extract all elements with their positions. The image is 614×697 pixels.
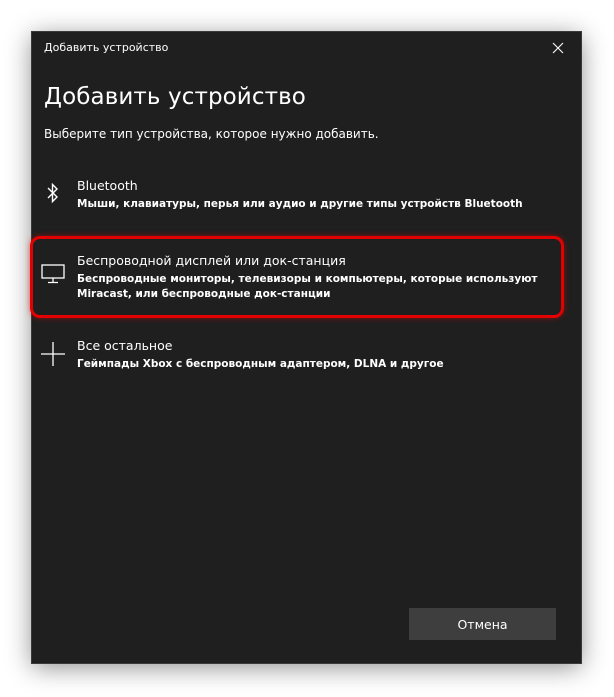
- option-wireless-display-name: Беспроводной дисплей или док-станция: [77, 253, 346, 268]
- title-bar: Добавить устройство: [32, 32, 581, 64]
- window-title: Добавить устройство: [44, 41, 169, 54]
- cancel-button[interactable]: Отмена: [409, 608, 556, 640]
- dialog-subtitle: Выберите тип устройства, которое нужно д…: [44, 127, 379, 141]
- close-icon: [552, 42, 564, 54]
- option-bluetooth-name: Bluetooth: [77, 178, 138, 193]
- add-device-dialog: Добавить устройство Добавить устройство …: [30, 32, 581, 663]
- plus-icon: [40, 342, 66, 366]
- monitor-icon: [40, 262, 66, 286]
- close-button[interactable]: [535, 32, 581, 64]
- option-wireless-display[interactable]: Беспроводной дисплей или док-станция Бес…: [32, 253, 572, 313]
- option-everything-else-description: Геймпады Xbox с беспроводным адаптером, …: [77, 358, 444, 370]
- option-everything-else-name: Все остальное: [77, 338, 173, 353]
- option-bluetooth[interactable]: Bluetooth Мыши, клавиатуры, перья или ау…: [32, 178, 572, 218]
- bluetooth-icon: [40, 181, 66, 205]
- option-everything-else[interactable]: Все остальное Геймпады Xbox с беспроводн…: [32, 338, 572, 378]
- option-bluetooth-description: Мыши, клавиатуры, перья или аудио и друг…: [77, 198, 523, 210]
- page-title: Добавить устройство: [44, 84, 306, 110]
- option-wireless-display-description: Беспроводные мониторы, телевизоры и комп…: [77, 273, 538, 300]
